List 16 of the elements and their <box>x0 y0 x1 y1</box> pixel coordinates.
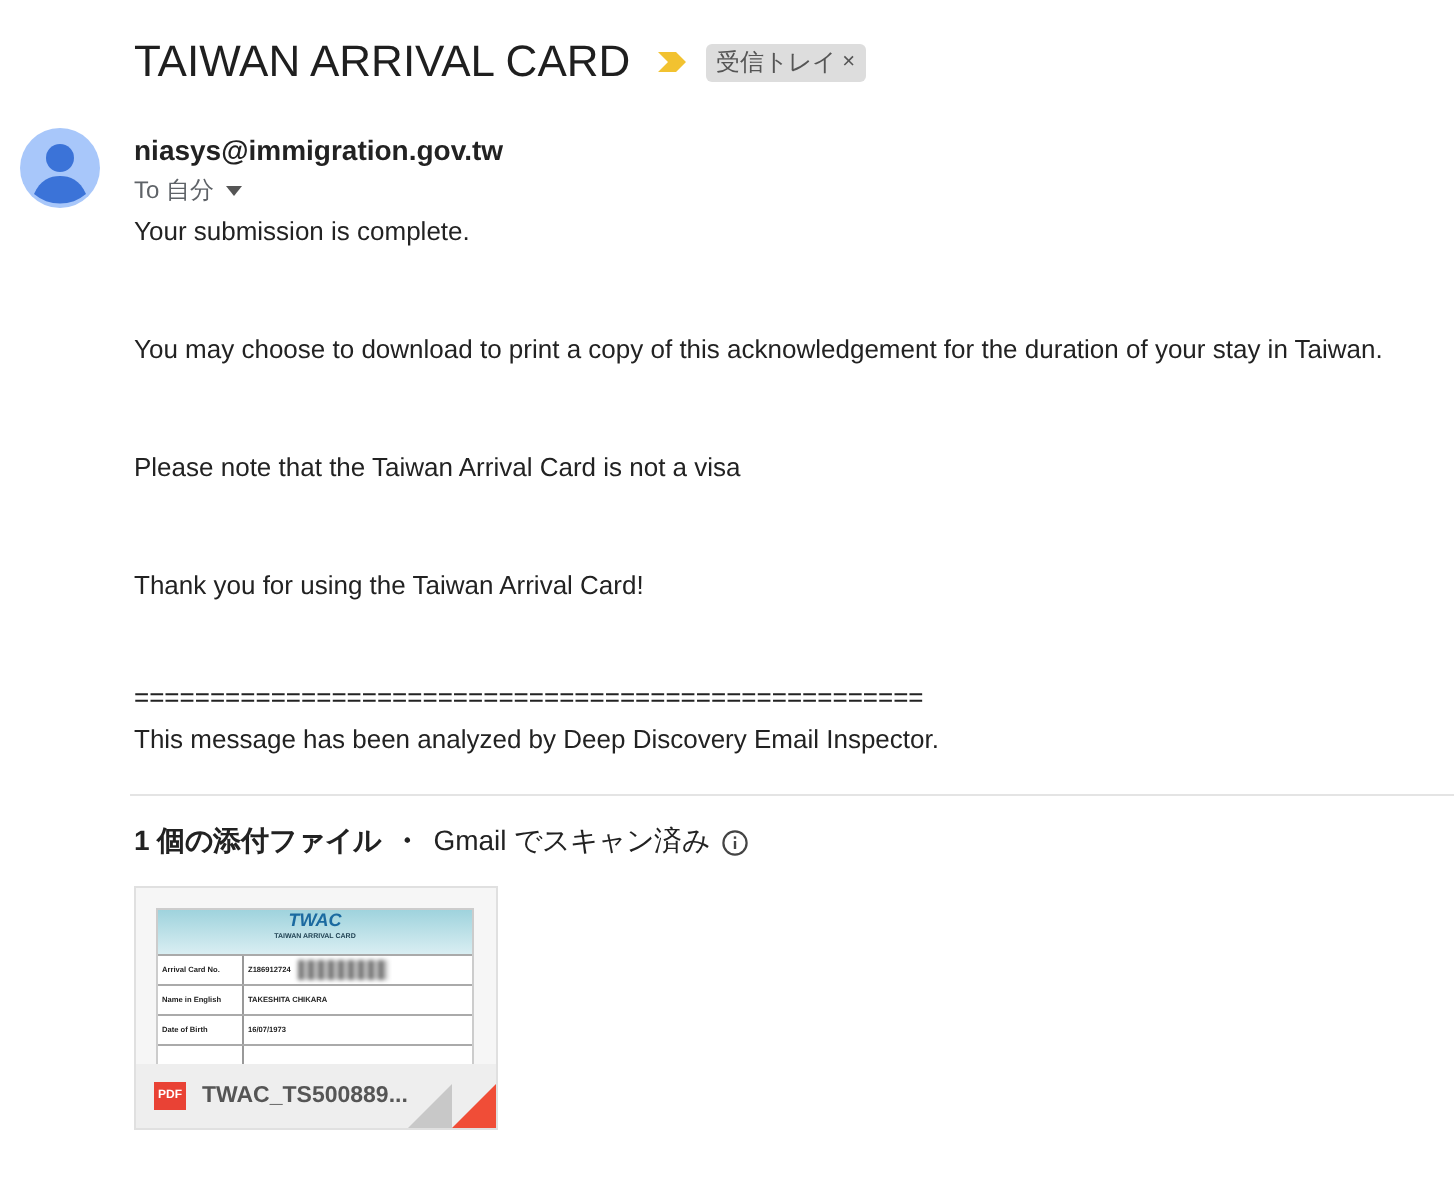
message-paragraph: You may choose to download to print a copy of this acknowledgement for the duration of your stay in Taiwan. <box>134 334 1385 364</box>
email-subject: TAIWAN ARRIVAL CARD <box>134 36 631 88</box>
separator-line: ==================================================== <box>134 682 926 712</box>
scan-notice: This message has been analyzed by Deep Discovery Email Inspector. <box>134 724 941 754</box>
preview-logo: TWAC <box>288 910 342 932</box>
file-name: TWAC_TS500889... <box>202 1084 408 1108</box>
recipients-dropdown[interactable]: To 自分 <box>134 174 243 208</box>
message-paragraph: Please note that the Taiwan Arrival Card is not a visa <box>134 452 743 482</box>
remove-label-button[interactable]: × <box>842 50 856 74</box>
label-chip: 受信トレイ × <box>706 43 866 81</box>
separator-dot: ・ <box>393 824 422 860</box>
attachment-count: 1 個の添付ファイル <box>134 824 382 860</box>
message-paragraph: Your submission is complete. <box>134 216 472 246</box>
message-paragraph: Thank you for using the Taiwan Arrival Card! <box>134 570 646 600</box>
scan-status: Gmail でスキャン済み <box>433 824 711 860</box>
sender-email: niasys@immigration.gov.tw <box>134 134 504 166</box>
